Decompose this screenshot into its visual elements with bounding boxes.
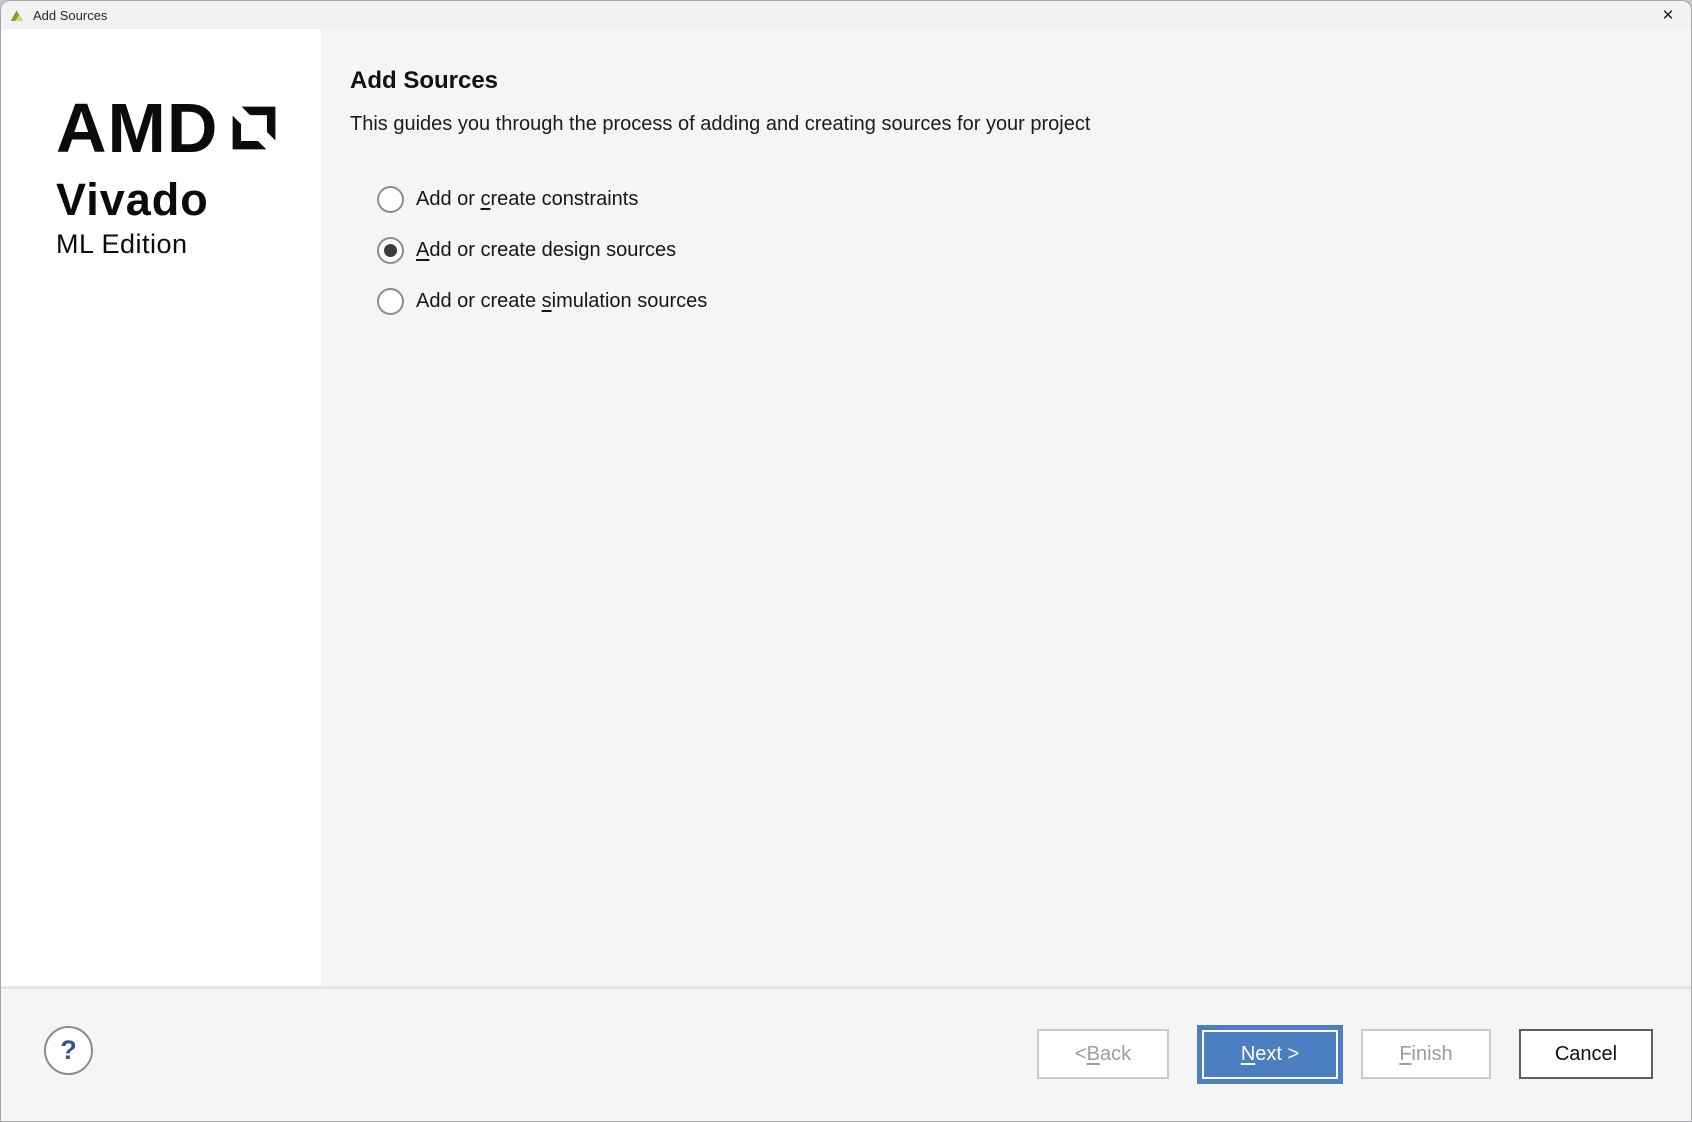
wizard-page: Add Sources This guides you through the … bbox=[321, 29, 1691, 986]
radio-constraints[interactable] bbox=[377, 186, 404, 213]
add-sources-dialog: Add Sources ✕ AMD Vivado ML Edition Add … bbox=[0, 0, 1692, 1122]
edition-label: ML Edition bbox=[56, 231, 281, 258]
help-button[interactable]: ? bbox=[44, 1026, 93, 1075]
finish-button[interactable]: Finish bbox=[1361, 1029, 1491, 1079]
next-button[interactable]: Next > bbox=[1197, 1025, 1343, 1084]
brand-block: AMD Vivado ML Edition bbox=[56, 93, 281, 258]
vivado-app-icon bbox=[9, 7, 26, 24]
question-mark-icon: ? bbox=[60, 1035, 77, 1066]
option-label-design-sources: Add or create design sources bbox=[416, 239, 676, 262]
product-name: Vivado bbox=[56, 177, 281, 222]
cancel-button[interactable]: Cancel bbox=[1519, 1029, 1653, 1079]
sidebar: AMD Vivado ML Edition bbox=[1, 29, 321, 988]
titlebar[interactable]: Add Sources ✕ bbox=[1, 1, 1691, 29]
amd-arrow-icon bbox=[227, 101, 281, 155]
close-icon: ✕ bbox=[1662, 6, 1675, 24]
page-description: This guides you through the process of a… bbox=[350, 113, 1090, 136]
back-button[interactable]: < Back bbox=[1037, 1029, 1169, 1079]
radio-simulation-sources[interactable] bbox=[377, 288, 404, 315]
option-label-constraints: Add or create constraints bbox=[416, 188, 638, 211]
option-add-design-sources[interactable]: Add or create design sources bbox=[377, 236, 676, 264]
option-add-constraints[interactable]: Add or create constraints bbox=[377, 185, 638, 213]
radio-design-sources[interactable] bbox=[377, 237, 404, 264]
option-label-simulation-sources: Add or create simulation sources bbox=[416, 290, 707, 313]
option-add-simulation-sources[interactable]: Add or create simulation sources bbox=[377, 287, 707, 315]
close-button[interactable]: ✕ bbox=[1645, 1, 1691, 29]
footer-bar: ? < Back Next > Finish Cancel bbox=[1, 986, 1691, 1121]
amd-logo-text: AMD bbox=[56, 93, 218, 163]
window-title: Add Sources bbox=[33, 8, 107, 23]
page-title: Add Sources bbox=[350, 67, 498, 95]
